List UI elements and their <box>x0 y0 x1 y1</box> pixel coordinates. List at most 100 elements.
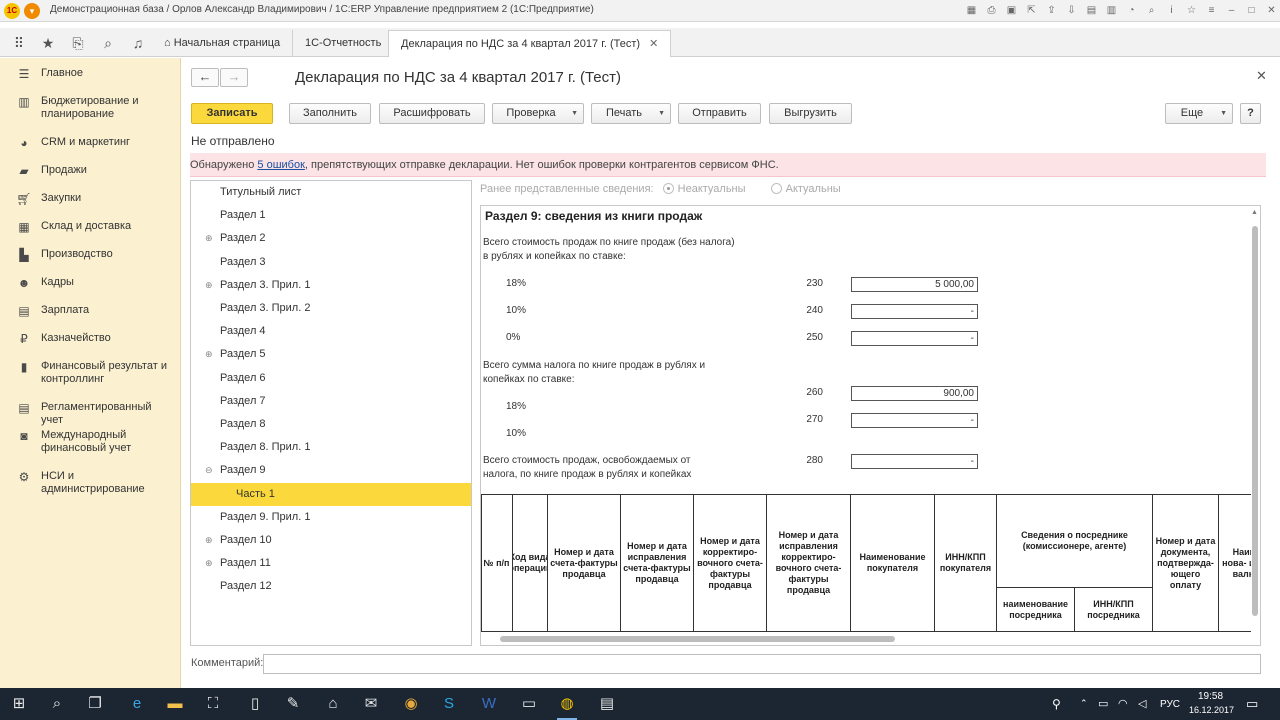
save-icon[interactable]: ▣ <box>1003 2 1020 19</box>
back-button[interactable]: ← <box>191 68 219 87</box>
horizontal-scrollbar[interactable] <box>500 636 895 642</box>
value-field-280[interactable]: - <box>851 454 978 469</box>
value-field-260[interactable]: 900,00 <box>851 386 978 401</box>
tree-item[interactable]: Раздел 8 <box>191 413 471 436</box>
word-icon[interactable]: W <box>474 692 504 716</box>
sidebar-item-finance[interactable]: ▮ Финансовый результат и контроллинг <box>0 359 181 386</box>
tree-item[interactable]: Раздел 3. Прил. 2 <box>191 297 471 320</box>
language-indicator[interactable]: РУС <box>1160 699 1180 710</box>
task-view-icon[interactable]: ❐ <box>80 692 110 716</box>
menu-icon[interactable]: ≡ <box>1203 2 1220 19</box>
1c-logo-icon[interactable]: 1С <box>4 3 20 19</box>
radio-relevant[interactable]: Актуальны <box>770 183 841 195</box>
sidebar-item-salary[interactable]: ▤ Зарплата <box>0 303 181 319</box>
search-icon[interactable]: ⌕ <box>97 32 119 54</box>
sidebar-item-crm[interactable]: ◕ CRM и маркетинг <box>0 135 181 151</box>
windows-start-icon[interactable]: ⊞ <box>4 692 34 716</box>
sidebar-item-treasury[interactable]: ₽ Казначейство <box>0 331 181 347</box>
tray-chevron-up-icon[interactable]: ⌃ <box>1080 698 1088 709</box>
tree-item[interactable]: ⊕ Раздел 11 <box>191 552 471 575</box>
bell-icon[interactable]: ◔ <box>1123 2 1140 19</box>
1c-app-icon[interactable]: ◍ <box>552 692 582 720</box>
errors-link[interactable]: 5 ошибок <box>257 159 305 171</box>
grid-icon[interactable]: ▦ <box>963 2 980 19</box>
power-icon[interactable]: ▭ <box>1098 697 1108 710</box>
sidebar-item-production[interactable]: ▙ Производство <box>0 247 181 263</box>
close-icon[interactable]: ✕ <box>1263 2 1280 19</box>
tree-item[interactable]: ⊖ Раздел 9 <box>191 459 471 482</box>
display-settings-icon[interactable]: ▤ <box>592 692 622 716</box>
document-icon[interactable]: ▯ <box>240 692 270 716</box>
tree-item[interactable]: ⊕ Раздел 2 <box>191 227 471 250</box>
value-field-250[interactable]: - <box>851 331 978 346</box>
calculator-icon[interactable]: ▤ <box>1083 2 1100 19</box>
tree-item[interactable]: Раздел 6 <box>191 367 471 390</box>
tab-home[interactable]: ⌂ Начальная страница <box>152 30 294 57</box>
expand-icon[interactable]: ⊕ <box>205 529 213 552</box>
fill-button[interactable]: Заполнить <box>289 103 371 124</box>
tree-item[interactable]: Раздел 8. Прил. 1 <box>191 436 471 459</box>
tree-item[interactable]: Раздел 4 <box>191 320 471 343</box>
help-button[interactable]: ? <box>1240 103 1261 124</box>
tree-item[interactable]: Раздел 9. Прил. 1 <box>191 506 471 529</box>
volume-icon[interactable]: ◁ <box>1138 697 1146 710</box>
decode-button[interactable]: Расшифровать <box>379 103 485 124</box>
tree-item[interactable]: Раздел 7 <box>191 390 471 413</box>
scroll-up-icon[interactable]: ▲ <box>1251 209 1258 216</box>
tab-vat-declaration[interactable]: Декларация по НДС за 4 квартал 2017 г. (… <box>388 30 672 57</box>
close-tab-icon[interactable]: ✕ <box>649 38 658 50</box>
more-dropdown-button[interactable]: Еще ▼ <box>1165 103 1233 124</box>
forward-button[interactable]: → <box>220 68 248 87</box>
clock-date[interactable]: 16.12.2017 <box>1189 705 1234 715</box>
check-dropdown-button[interactable]: Проверка ▼ <box>492 103 584 124</box>
sidebar-item-accounting[interactable]: ▤ Регламентированный учет <box>0 400 181 427</box>
close-form-icon[interactable]: ✕ <box>1256 68 1267 84</box>
save-button[interactable]: Записать <box>191 103 273 124</box>
sidebar-item-international[interactable]: ◙ Международный финансовый учет <box>0 428 181 455</box>
calendar-icon[interactable]: ▥ <box>1103 2 1120 19</box>
tree-item[interactable]: Титульный лист <box>191 181 471 204</box>
collapse-icon[interactable]: ⊖ <box>205 459 213 482</box>
export-button[interactable]: Выгрузить <box>769 103 852 124</box>
maximize-icon[interactable]: □ <box>1243 2 1260 19</box>
mail-icon[interactable]: ✉ <box>356 692 386 716</box>
value-field-270[interactable]: - <box>851 413 978 428</box>
sidebar-item-main[interactable]: ☰ Главное <box>0 66 181 82</box>
comment-input[interactable] <box>263 654 1261 674</box>
search-icon[interactable]: ⌕ <box>1143 2 1160 19</box>
sidebar-item-warehouse[interactable]: ▦ Склад и доставка <box>0 219 181 235</box>
expand-icon[interactable]: ⊕ <box>205 227 213 250</box>
notifications-bell-icon[interactable]: ♫ <box>127 32 149 54</box>
expand-icon[interactable]: ⊕ <box>205 274 213 297</box>
chrome-icon[interactable]: ◉ <box>396 692 426 716</box>
download-icon[interactable]: ⇩ <box>1063 2 1080 19</box>
tree-item[interactable]: ⊕ Раздел 10 <box>191 529 471 552</box>
history-icon[interactable]: ⎘ <box>67 32 89 54</box>
sidebar-item-admin[interactable]: ⚙ НСИ и администрирование <box>0 469 181 496</box>
value-field-240[interactable]: - <box>851 304 978 319</box>
main-menu-icon[interactable]: ▾ <box>24 3 40 19</box>
expand-icon[interactable]: ⊕ <box>205 552 213 575</box>
value-field-230[interactable]: 5 000,00 <box>851 277 978 292</box>
sidebar-item-budgeting[interactable]: ▥ Бюджетирование и планирование <box>0 94 181 121</box>
sidebar-item-personnel[interactable]: ☻ Кадры <box>0 275 181 291</box>
monitor-icon[interactable]: ▭ <box>514 692 544 716</box>
print-dropdown-button[interactable]: Печать ▼ <box>591 103 671 124</box>
tree-item[interactable]: Раздел 12 <box>191 575 471 598</box>
tree-item[interactable]: Раздел 1 <box>191 204 471 227</box>
notifications-icon[interactable]: ▭ <box>1246 696 1258 712</box>
apps-grid-icon[interactable]: ⠿ <box>8 32 30 54</box>
minimize-icon[interactable]: – <box>1223 2 1240 19</box>
file-explorer-icon[interactable]: ▬ <box>160 692 190 716</box>
people-icon[interactable]: ⚲ <box>1052 697 1061 711</box>
tree-item[interactable]: Часть 1 <box>191 482 471 506</box>
vertical-scrollbar[interactable] <box>1252 226 1258 616</box>
tool-icon[interactable]: ✎ <box>278 692 308 716</box>
tree-item[interactable]: ⊕ Раздел 5 <box>191 343 471 366</box>
home-icon[interactable]: ⌂ <box>318 692 348 716</box>
edge-browser-icon[interactable]: e <box>122 692 152 716</box>
radio-irrelevant[interactable]: Неактуальны <box>662 183 746 195</box>
sidebar-item-sales[interactable]: ▰ Продажи <box>0 163 181 179</box>
table-row[interactable] <box>481 632 1251 634</box>
upload-icon[interactable]: ⇪ <box>1043 2 1060 19</box>
